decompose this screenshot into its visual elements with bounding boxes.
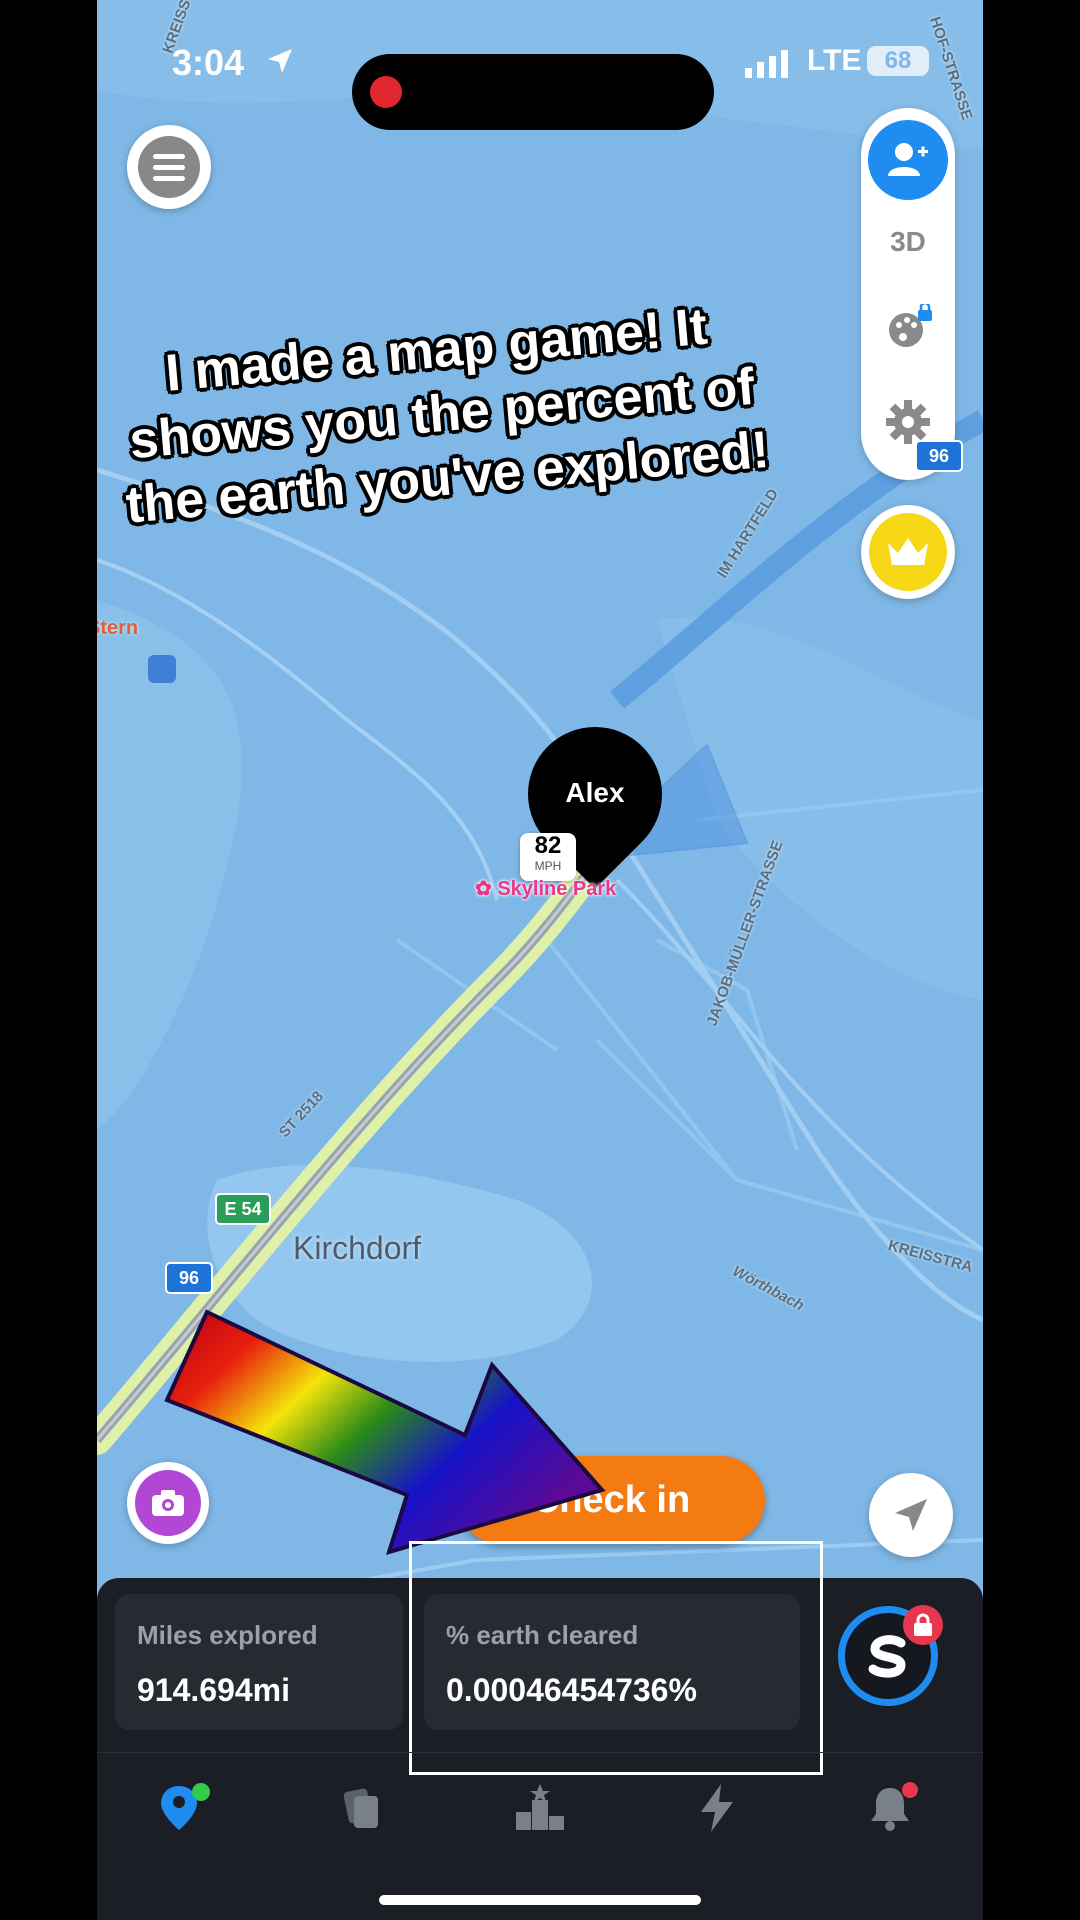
palette-locked-button[interactable] [884,304,932,352]
crown-icon [869,513,947,591]
tab-leaderboard[interactable] [505,1773,575,1843]
miles-explored-card[interactable]: Miles explored 914.694mi [115,1594,403,1730]
settings-gear-button[interactable] [884,398,932,446]
bell-icon [871,1782,918,1831]
app-screen: 3:04 LTE 68 3D I made a map game! It sho… [97,0,983,1920]
highlight-frame [409,1541,823,1775]
user-pin-name: Alex [565,777,625,808]
map-controls-panel: 3D [861,108,955,480]
lightning-icon [701,1784,733,1832]
road-shield-e54: E 54 [215,1193,271,1225]
menu-button[interactable] [127,125,211,209]
location-arrow-icon [268,49,292,73]
tab-activity[interactable] [682,1773,752,1843]
navigation-arrow-icon [895,1499,927,1531]
highway-shield-96-top: 96 [915,440,963,472]
train-station-icon [148,655,176,683]
home-indicator[interactable] [379,1895,701,1905]
tab-map[interactable] [150,1773,220,1843]
tab-cards[interactable] [327,1773,397,1843]
speed-unit: MPH [534,859,562,873]
hamburger-icon [138,136,200,198]
cards-icon [343,1788,378,1828]
miles-label: Miles explored [137,1620,318,1650]
place-label-stern: Stern [97,617,139,639]
leaderboard-icon [516,1784,564,1830]
signal-icon [745,50,788,78]
ferris-wheel-icon: ✿ [475,878,492,900]
add-user-icon [888,143,928,176]
recording-indicator-icon [370,76,402,108]
network-type: LTE [807,44,862,77]
status-time: 3:04 [172,42,245,83]
battery-icon: 68 [867,46,929,76]
lock-icon [903,1605,943,1645]
tab-bar [97,1752,983,1853]
poi-label: Skyline Park [497,878,617,900]
map-pin-icon [161,1783,210,1830]
town-label: Kirchdorf [293,1230,422,1266]
recenter-button[interactable] [869,1473,953,1557]
dynamic-island [352,54,714,130]
tab-notifications[interactable] [859,1773,929,1843]
add-friend-button[interactable] [868,120,948,200]
status-bar: 3:04 LTE 68 [97,30,983,130]
speed-badge: 82 MPH [520,833,576,881]
miles-value: 914.694mi [137,1672,291,1708]
view-3d-button[interactable]: 3D [861,226,955,258]
poi-skyline-park[interactable]: ✿ Skyline Park [475,876,616,901]
speed-value: 82 [534,832,562,859]
premium-button[interactable] [861,505,955,599]
streak-logo-icon [868,1635,906,1678]
